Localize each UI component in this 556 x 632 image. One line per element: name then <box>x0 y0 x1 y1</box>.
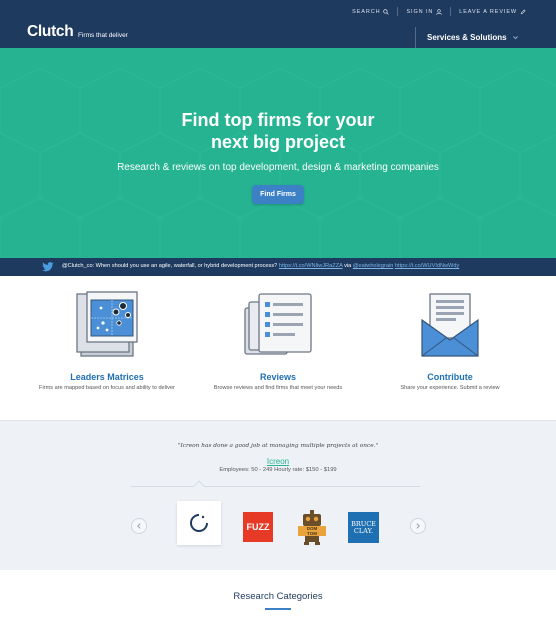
feature-reviews-desc: Browse reviews and find firms that meet … <box>213 385 343 391</box>
logo-bruce-clay[interactable]: BRUCE CLAY. <box>348 512 379 543</box>
hero-title: Find top firms for your next big project <box>0 109 556 153</box>
feature-contribute-title: Contribute <box>427 372 473 382</box>
divider <box>130 486 420 487</box>
logo-tagline: Firms that deliver <box>78 32 128 39</box>
feature-leaders-title: Leaders Matrices <box>70 372 144 382</box>
features-section: Leaders Matrices Firms are mapped based … <box>0 276 556 420</box>
logo-fuzz[interactable]: FUZZ <box>243 512 273 542</box>
research-categories-title: Research Categories <box>233 591 323 602</box>
hexagon-pattern <box>0 67 556 258</box>
reviews-documents-icon <box>244 293 312 355</box>
feature-reviews-title: Reviews <box>259 372 297 382</box>
envelope-icon <box>421 293 479 357</box>
feature-leaders-matrices[interactable]: Leaders Matrices Firms are mapped based … <box>37 290 177 391</box>
tweet-handle[interactable]: @eatwholegrain <box>353 263 394 269</box>
hero-title-line2: next big project <box>210 132 345 152</box>
nav-leave-review-label: LEAVE A REVIEW <box>459 8 517 15</box>
twitter-bird-icon[interactable] <box>42 261 54 273</box>
services-label: Services & Solutions <box>427 33 507 42</box>
tweet-via: via <box>344 263 352 269</box>
feature-leaders-desc: Firms are mapped based on focus and abil… <box>39 385 175 391</box>
tweet-text: @Clutch_co: When should you use an agile… <box>62 263 459 269</box>
hero-subtitle: Research & reviews on top development, d… <box>117 162 439 173</box>
testimonial-quote: "Icreon has done a good job at managing … <box>177 443 379 449</box>
carousel-next-button[interactable] <box>410 518 426 534</box>
pencil-icon <box>520 8 526 14</box>
logo-domtom-line2: TOM <box>307 531 317 536</box>
nav-search[interactable]: SEARCH <box>344 7 397 16</box>
logo-domtom[interactable]: DOM TOM <box>296 509 328 545</box>
testimonial-company-meta: Employees: 50 - 249 Hourly rate: $150 - … <box>219 467 337 473</box>
tweet-link-1[interactable]: https://t.co/WNIiwJRaZZA <box>279 263 343 269</box>
research-title-underline <box>265 608 291 610</box>
matrix-icon <box>76 291 138 357</box>
chevron-right-icon <box>416 523 420 529</box>
services-solutions-menu[interactable]: Services & Solutions <box>415 27 519 48</box>
chevron-down-icon <box>512 36 518 40</box>
feature-contribute-desc: Share your experience. Submit a review <box>400 385 500 391</box>
nav-sign-in-label: SIGN IN <box>406 8 434 15</box>
feature-reviews[interactable]: Reviews Browse reviews and find firms th… <box>208 290 348 391</box>
divider-pointer <box>193 480 205 492</box>
hero-banner: Find top firms for your next big project… <box>0 48 556 258</box>
tweet-body: @Clutch_co: When should you use an agile… <box>62 263 278 269</box>
testimonial-company-link[interactable]: Icreon <box>0 457 556 466</box>
tweet-link-2[interactable]: https://t.co/WUVIdNwWdy <box>395 263 459 269</box>
carousel-prev-button[interactable] <box>131 518 147 534</box>
icreon-logo <box>190 514 208 532</box>
search-icon <box>383 8 390 15</box>
testimonial-section: "Icreon has done a good job at managing … <box>0 420 556 570</box>
logo-card-icreon[interactable] <box>177 501 221 545</box>
site-header: SEARCH SIGN IN LEAVE A REVIEW Clutch Fir… <box>0 0 556 48</box>
top-nav: SEARCH SIGN IN LEAVE A REVIEW <box>344 7 534 16</box>
hero-title-line1: Find top firms for your <box>181 110 375 130</box>
feature-contribute[interactable]: Contribute Share your experience. Submit… <box>380 290 520 391</box>
clutch-logo[interactable]: Clutch <box>27 23 74 41</box>
find-firms-button[interactable]: Find Firms <box>252 185 304 204</box>
nav-search-label: SEARCH <box>352 8 381 15</box>
twitter-bar: @Clutch_co: When should you use an agile… <box>0 258 556 276</box>
nav-leave-review[interactable]: LEAVE A REVIEW <box>450 7 534 16</box>
nav-sign-in[interactable]: SIGN IN <box>397 7 450 16</box>
logo-bruce-line2: CLAY. <box>353 526 374 535</box>
user-icon <box>436 8 442 15</box>
chevron-left-icon <box>137 523 141 529</box>
research-categories-section: Research Categories <box>0 571 556 632</box>
